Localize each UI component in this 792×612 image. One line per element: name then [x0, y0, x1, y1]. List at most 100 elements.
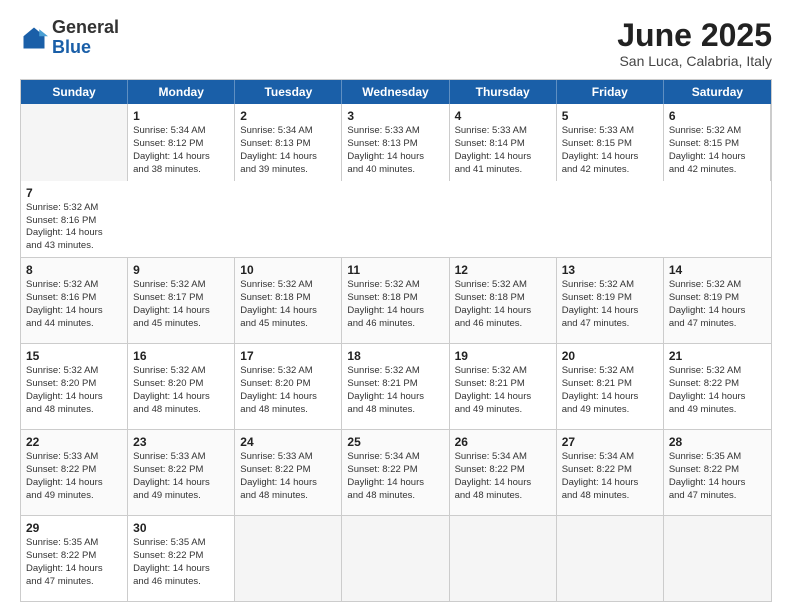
day-info: and 39 minutes.	[240, 164, 336, 177]
day-info: Daylight: 14 hours	[455, 391, 551, 404]
day-number: 15	[26, 348, 122, 364]
table-row: 7Sunrise: 5:32 AMSunset: 8:16 PMDaylight…	[21, 181, 128, 257]
table-row: 27Sunrise: 5:34 AMSunset: 8:22 PMDayligh…	[557, 430, 664, 515]
day-info: Sunset: 8:15 PM	[562, 138, 658, 151]
day-info: Sunrise: 5:33 AM	[455, 125, 551, 138]
day-info: Sunrise: 5:32 AM	[455, 365, 551, 378]
day-number: 13	[562, 262, 658, 278]
day-number: 6	[669, 108, 765, 124]
day-number: 30	[133, 520, 229, 536]
day-info: Sunrise: 5:32 AM	[26, 279, 122, 292]
day-info: Daylight: 14 hours	[455, 305, 551, 318]
table-row: 16Sunrise: 5:32 AMSunset: 8:20 PMDayligh…	[128, 344, 235, 429]
day-info: Sunrise: 5:32 AM	[133, 279, 229, 292]
day-info: and 49 minutes.	[669, 404, 766, 417]
day-info: and 42 minutes.	[562, 164, 658, 177]
day-info: and 48 minutes.	[347, 490, 443, 503]
day-info: Sunset: 8:20 PM	[240, 378, 336, 391]
day-info: Sunrise: 5:32 AM	[347, 279, 443, 292]
header-wednesday: Wednesday	[342, 80, 449, 104]
day-info: Sunset: 8:16 PM	[26, 215, 123, 228]
day-info: and 41 minutes.	[455, 164, 551, 177]
day-info: Daylight: 14 hours	[562, 477, 658, 490]
day-info: Daylight: 14 hours	[562, 151, 658, 164]
day-info: Daylight: 14 hours	[133, 391, 229, 404]
logo-icon	[20, 24, 48, 52]
day-number: 5	[562, 108, 658, 124]
calendar-row: 29Sunrise: 5:35 AMSunset: 8:22 PMDayligh…	[21, 515, 771, 601]
table-row: 11Sunrise: 5:32 AMSunset: 8:18 PMDayligh…	[342, 258, 449, 343]
table-row	[342, 516, 449, 601]
day-info: and 49 minutes.	[26, 490, 122, 503]
table-row	[21, 104, 128, 180]
table-row: 24Sunrise: 5:33 AMSunset: 8:22 PMDayligh…	[235, 430, 342, 515]
day-number: 12	[455, 262, 551, 278]
day-info: Sunset: 8:22 PM	[133, 464, 229, 477]
table-row: 1Sunrise: 5:34 AMSunset: 8:12 PMDaylight…	[128, 104, 235, 180]
day-info: and 46 minutes.	[455, 318, 551, 331]
day-info: Sunrise: 5:33 AM	[347, 125, 443, 138]
day-info: Sunrise: 5:35 AM	[669, 451, 766, 464]
table-row: 28Sunrise: 5:35 AMSunset: 8:22 PMDayligh…	[664, 430, 771, 515]
day-info: Sunset: 8:19 PM	[669, 292, 766, 305]
header-sunday: Sunday	[21, 80, 128, 104]
day-number: 26	[455, 434, 551, 450]
day-info: Daylight: 14 hours	[240, 477, 336, 490]
day-info: and 48 minutes.	[347, 404, 443, 417]
logo-text: General Blue	[52, 18, 119, 58]
day-info: Sunrise: 5:32 AM	[562, 279, 658, 292]
header-friday: Friday	[557, 80, 664, 104]
table-row: 13Sunrise: 5:32 AMSunset: 8:19 PMDayligh…	[557, 258, 664, 343]
day-info: Sunset: 8:13 PM	[240, 138, 336, 151]
day-info: Sunrise: 5:34 AM	[347, 451, 443, 464]
day-info: Daylight: 14 hours	[133, 305, 229, 318]
day-info: Sunrise: 5:33 AM	[26, 451, 122, 464]
day-info: Sunset: 8:22 PM	[669, 464, 766, 477]
day-info: Sunset: 8:21 PM	[562, 378, 658, 391]
table-row: 2Sunrise: 5:34 AMSunset: 8:13 PMDaylight…	[235, 104, 342, 180]
day-info: and 46 minutes.	[133, 576, 229, 589]
day-number: 24	[240, 434, 336, 450]
table-row: 4Sunrise: 5:33 AMSunset: 8:14 PMDaylight…	[450, 104, 557, 180]
day-info: and 40 minutes.	[347, 164, 443, 177]
day-info: and 44 minutes.	[26, 318, 122, 331]
day-info: Sunset: 8:22 PM	[133, 550, 229, 563]
day-number: 28	[669, 434, 766, 450]
day-info: Sunrise: 5:34 AM	[455, 451, 551, 464]
day-info: Sunset: 8:12 PM	[133, 138, 229, 151]
table-row: 21Sunrise: 5:32 AMSunset: 8:22 PMDayligh…	[664, 344, 771, 429]
day-info: Sunset: 8:16 PM	[26, 292, 122, 305]
table-row: 22Sunrise: 5:33 AMSunset: 8:22 PMDayligh…	[21, 430, 128, 515]
table-row: 14Sunrise: 5:32 AMSunset: 8:19 PMDayligh…	[664, 258, 771, 343]
day-number: 7	[26, 185, 123, 201]
calendar: Sunday Monday Tuesday Wednesday Thursday…	[20, 79, 772, 602]
header: General Blue June 2025 San Luca, Calabri…	[20, 18, 772, 69]
day-info: Daylight: 14 hours	[133, 151, 229, 164]
day-info: Sunset: 8:18 PM	[347, 292, 443, 305]
day-info: Sunset: 8:14 PM	[455, 138, 551, 151]
day-info: and 43 minutes.	[26, 240, 123, 253]
day-number: 25	[347, 434, 443, 450]
day-info: Sunrise: 5:33 AM	[133, 451, 229, 464]
title-block: June 2025 San Luca, Calabria, Italy	[617, 18, 772, 69]
day-info: and 38 minutes.	[133, 164, 229, 177]
table-row: 10Sunrise: 5:32 AMSunset: 8:18 PMDayligh…	[235, 258, 342, 343]
day-info: Daylight: 14 hours	[347, 305, 443, 318]
day-info: Daylight: 14 hours	[455, 477, 551, 490]
day-info: Sunset: 8:20 PM	[26, 378, 122, 391]
table-row: 5Sunrise: 5:33 AMSunset: 8:15 PMDaylight…	[557, 104, 664, 180]
day-info: and 49 minutes.	[455, 404, 551, 417]
day-info: Sunset: 8:18 PM	[240, 292, 336, 305]
day-number: 8	[26, 262, 122, 278]
day-info: Sunrise: 5:32 AM	[669, 365, 766, 378]
calendar-header: Sunday Monday Tuesday Wednesday Thursday…	[21, 80, 771, 104]
day-number: 19	[455, 348, 551, 364]
header-monday: Monday	[128, 80, 235, 104]
day-info: and 45 minutes.	[240, 318, 336, 331]
table-row: 8Sunrise: 5:32 AMSunset: 8:16 PMDaylight…	[21, 258, 128, 343]
day-number: 27	[562, 434, 658, 450]
day-info: Daylight: 14 hours	[347, 391, 443, 404]
day-number: 29	[26, 520, 122, 536]
day-info: Daylight: 14 hours	[455, 151, 551, 164]
day-info: and 48 minutes.	[455, 490, 551, 503]
